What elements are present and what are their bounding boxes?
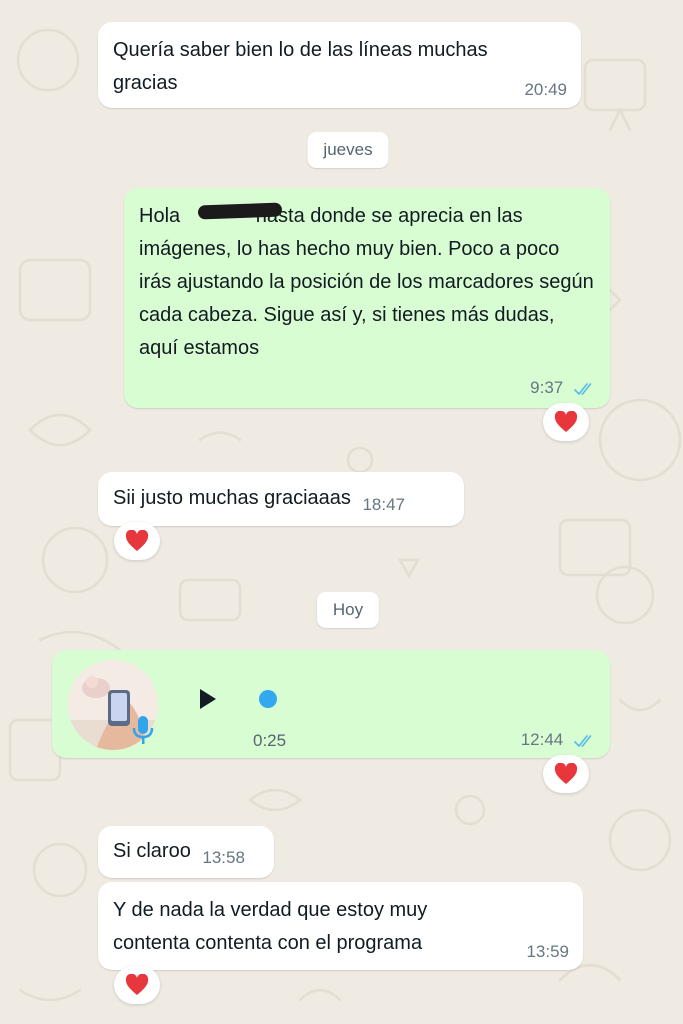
red-heart-icon (125, 530, 149, 551)
message-time: 12:44 (520, 730, 564, 749)
message-text: Sii justo muchas graciaaas (113, 487, 351, 509)
message-bubble-incoming[interactable]: Y de nada la verdad que estoy muy conten… (98, 882, 583, 970)
voice-progress-dot[interactable] (259, 690, 277, 708)
voice-duration: 0:25 (253, 731, 287, 750)
double-check-read-icon (574, 734, 592, 747)
day-separator: jueves (307, 132, 389, 168)
message-time: 13:59 (526, 942, 569, 961)
message-time-with-status: 12:44 (521, 730, 596, 750)
message-bubble-incoming[interactable]: Si claroo 13:58 (98, 826, 274, 878)
message-text: Y de nada la verdad que estoy muy conten… (113, 899, 428, 954)
message-time: 20:49 (524, 80, 567, 99)
reaction-badge[interactable] (114, 522, 160, 560)
message-time-with-status: 9:37 (530, 378, 596, 398)
microphone-icon (132, 716, 154, 744)
reaction-badge[interactable] (543, 755, 589, 793)
reaction-badge[interactable] (543, 403, 589, 441)
message-time: 18:47 (362, 495, 405, 514)
message-bubble-outgoing[interactable]: Hola Lisbeth hasta donde se aprecia en l… (124, 188, 610, 408)
red-heart-icon (554, 411, 578, 432)
double-check-read-icon (574, 382, 592, 395)
red-heart-icon (125, 974, 149, 995)
message-bubble-incoming[interactable]: Sii justo muchas graciaaas 18:47 (98, 472, 464, 526)
message-text: Quería saber bien lo de las líneas mucha… (113, 39, 488, 94)
message-bubble-incoming[interactable]: Quería saber bien lo de las líneas mucha… (98, 22, 581, 108)
day-separator: Hoy (316, 592, 380, 628)
voice-message-bubble[interactable]: 0:25 12:44 (52, 650, 610, 758)
message-text: hasta donde se aprecia en las imágenes, … (139, 205, 594, 359)
red-heart-icon (554, 763, 578, 784)
reaction-badge[interactable] (114, 966, 160, 1004)
redaction-scribble (197, 202, 283, 220)
message-time: 13:58 (202, 848, 245, 867)
message-text-greeting: Hola (139, 205, 186, 227)
play-icon[interactable] (198, 688, 218, 710)
message-text: Si claroo (113, 840, 191, 862)
message-time: 9:37 (530, 378, 564, 397)
